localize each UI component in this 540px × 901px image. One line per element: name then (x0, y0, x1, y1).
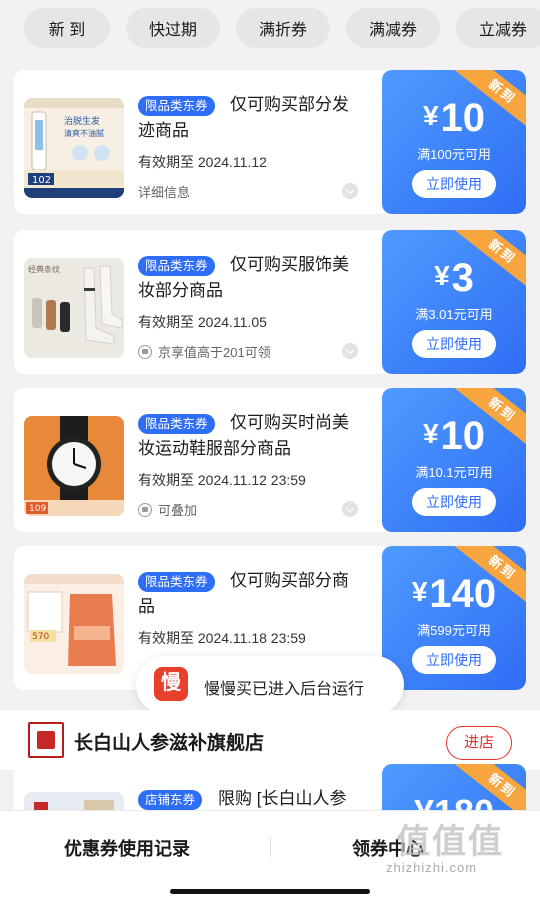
chevron-down-icon[interactable] (342, 343, 358, 359)
svg-text:102: 102 (32, 175, 51, 186)
background-running-toast: 慢 慢慢买已进入后台运行 (136, 656, 404, 714)
coupon-expiry: 有效期至 2024.11.12 23:59 (138, 472, 306, 488)
tab-discount-rate[interactable]: 满折券 (236, 8, 330, 48)
coupon-extra-text: 可叠加 (158, 503, 198, 518)
toast-text: 慢慢买已进入后台运行 (204, 681, 365, 698)
chevron-down-icon[interactable] (342, 183, 358, 199)
currency-symbol: ¥ (434, 260, 450, 291)
use-now-button[interactable]: 立即使用 (412, 170, 496, 198)
coupon-amount: ¥3 (382, 256, 526, 301)
coupon-expiry: 有效期至 2024.11.05 (138, 314, 267, 330)
coupon-value-panel: 新到 ¥10 满100元可用 立即使用 (382, 70, 526, 214)
tab-expiring[interactable]: 快过期 (126, 8, 220, 48)
store-logo-icon (28, 722, 64, 758)
use-now-button[interactable]: 立即使用 (412, 646, 496, 674)
coupon-stackable: 可叠加 (138, 500, 197, 519)
coupon-amount-value: 140 (429, 572, 497, 616)
coupon-condition: 满3.01元可用 (415, 307, 493, 322)
svg-text:清爽不油腻: 清爽不油腻 (64, 128, 104, 138)
watermark-logo: 值值值 (396, 823, 504, 861)
socks-image-text: 经典条纹 (28, 264, 60, 274)
use-now-button[interactable]: 立即使用 (412, 330, 496, 358)
tab-new[interactable]: 新 到 (24, 8, 110, 48)
coupon-value-panel: 新到 ¥140 满599元可用 立即使用 (382, 546, 526, 690)
tab-instant-reduction[interactable]: 立减券 (456, 8, 540, 48)
filter-tabs: 新 到 快过期 满折券 满减券 立减券 (0, 0, 540, 56)
coupon-usage-history-button[interactable]: 优惠券使用记录 (64, 835, 190, 861)
enter-store-button[interactable]: 进店 (446, 726, 512, 760)
home-indicator[interactable] (170, 889, 370, 894)
coupon-amount-value: 10 (440, 96, 486, 140)
manmanmai-app-icon: 慢 (154, 667, 188, 701)
jd-value-icon (138, 344, 152, 359)
chevron-down-icon[interactable] (342, 501, 358, 517)
currency-symbol: ¥ (411, 576, 428, 607)
coupon-title: 限购 [长白山人参 (218, 789, 347, 808)
currency-symbol: ¥ (422, 418, 439, 449)
coupon-extra-text: 详细信息 (138, 185, 191, 200)
svg-text:109: 109 (29, 504, 46, 514)
socks-product-image: 经典条纹 (24, 258, 124, 358)
coupon-requirement: 京享值高于201可领 (138, 342, 271, 361)
watermark-text: zhizhizhi.com (386, 860, 478, 875)
coupon-extra-text: 京享值高于201可领 (158, 345, 271, 360)
food-product-image: 570 (24, 574, 124, 674)
coupon-condition: 满100元可用 (417, 147, 491, 162)
coupon-amount-value: 3 (451, 256, 474, 300)
svg-text:570: 570 (32, 632, 49, 642)
coupon-card[interactable]: 治脱生发 清爽不油腻 102 限品类东券 仅可购买部分发迹商品 有效期至 202… (14, 70, 526, 214)
coupon-title: 仅可购买时尚美妆运动鞋服部分商品 (138, 413, 349, 458)
coupon-condition: 满599元可用 (417, 623, 491, 638)
tab-full-reduction[interactable]: 满减券 (346, 8, 440, 48)
svg-text:治脱生发: 治脱生发 (64, 115, 100, 127)
divider (270, 837, 271, 857)
store-name[interactable]: 长白山人参滋补旗舰店 (74, 728, 264, 755)
stack-icon (138, 502, 152, 517)
watch-product-image: 109 (24, 416, 124, 516)
store-header: 长白山人参滋补旗舰店 进店 (0, 710, 540, 770)
coupon-condition: 满10.1元可用 (415, 465, 493, 480)
coupon-value-panel: 新到 ¥10 满10.1元可用 立即使用 (382, 388, 526, 532)
coupon-details-link[interactable]: 详细信息 (138, 182, 190, 201)
coupon-card[interactable]: 109 限品类东券 仅可购买时尚美妆运动鞋服部分商品 有效期至 2024.11.… (14, 388, 526, 532)
coupon-amount: ¥10 (382, 414, 526, 459)
coupon-amount: ¥10 (382, 96, 526, 141)
use-now-button[interactable]: 立即使用 (412, 488, 496, 516)
coupon-title: 仅可购买服饰美妆部分商品 (138, 255, 349, 300)
coupon-title: 仅可购买部分发迹商品 (138, 95, 349, 140)
coupon-title: 仅可购买部分商品 (138, 571, 349, 616)
coupon-amount-value: 10 (440, 414, 486, 458)
hair-product-image: 治脱生发 清爽不油腻 102 (24, 98, 124, 198)
currency-symbol: ¥ (422, 100, 439, 131)
coupon-value-panel: 新到 ¥3 满3.01元可用 立即使用 (382, 230, 526, 374)
coupon-amount: ¥140 (382, 572, 526, 617)
coupon-expiry: 有效期至 2024.11.12 (138, 154, 267, 170)
coupon-expiry: 有效期至 2024.11.18 23:59 (138, 630, 306, 646)
coupon-card[interactable]: 经典条纹 限品类东券 仅可购买服饰美妆部分商品 有效期至 2024.11.05 … (14, 230, 526, 374)
